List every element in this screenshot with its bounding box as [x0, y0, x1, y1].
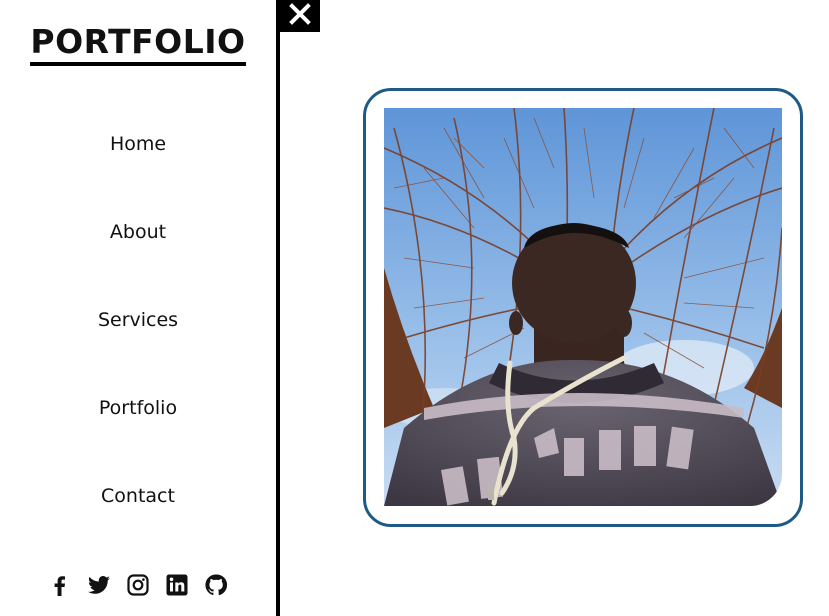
sidebar: PORTFOLIO Home About Services Portfolio …: [0, 0, 280, 616]
nav-item-contact[interactable]: Contact: [0, 485, 276, 507]
github-icon[interactable]: [204, 573, 228, 597]
facebook-icon[interactable]: [48, 573, 72, 597]
nav-item-services[interactable]: Services: [0, 309, 276, 331]
close-menu-button[interactable]: [280, 0, 320, 32]
nav-item-portfolio[interactable]: Portfolio: [0, 397, 276, 419]
close-icon: [289, 3, 311, 29]
profile-photo: [384, 108, 782, 506]
twitter-icon[interactable]: [87, 573, 111, 597]
nav-item-home[interactable]: Home: [0, 133, 276, 155]
social-links: [0, 571, 276, 599]
brand-title: PORTFOLIO: [30, 22, 246, 66]
nav-item-about[interactable]: About: [0, 221, 276, 243]
linkedin-icon[interactable]: [165, 573, 189, 597]
brand-logo[interactable]: PORTFOLIO: [0, 22, 276, 66]
instagram-icon[interactable]: [126, 573, 150, 597]
